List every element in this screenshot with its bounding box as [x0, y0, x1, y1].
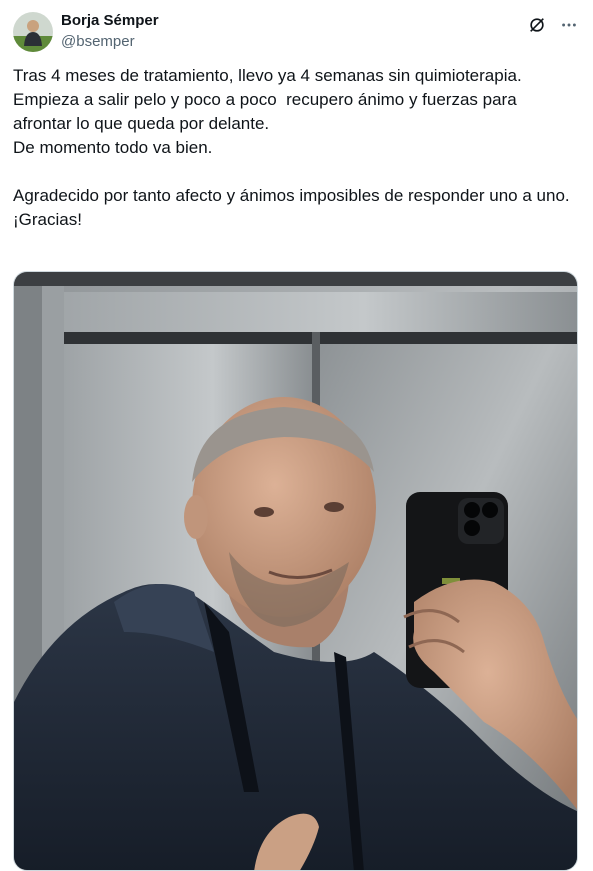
more-options-icon[interactable] — [557, 13, 581, 37]
grok-icon[interactable] — [525, 13, 549, 37]
handle[interactable]: @bsemper — [61, 32, 159, 52]
header-actions — [525, 13, 581, 37]
tweet-header: Borja Sémper @bsemper — [13, 11, 581, 55]
selfie-photo — [14, 272, 577, 870]
display-name[interactable]: Borja Sémper — [61, 11, 159, 31]
tweet-photo[interactable] — [13, 271, 578, 871]
tweet-text: Tras 4 meses de tratamiento, llevo ya 4 … — [13, 66, 570, 229]
author-names: Borja Sémper @bsemper — [61, 11, 159, 52]
avatar[interactable] — [13, 12, 53, 52]
